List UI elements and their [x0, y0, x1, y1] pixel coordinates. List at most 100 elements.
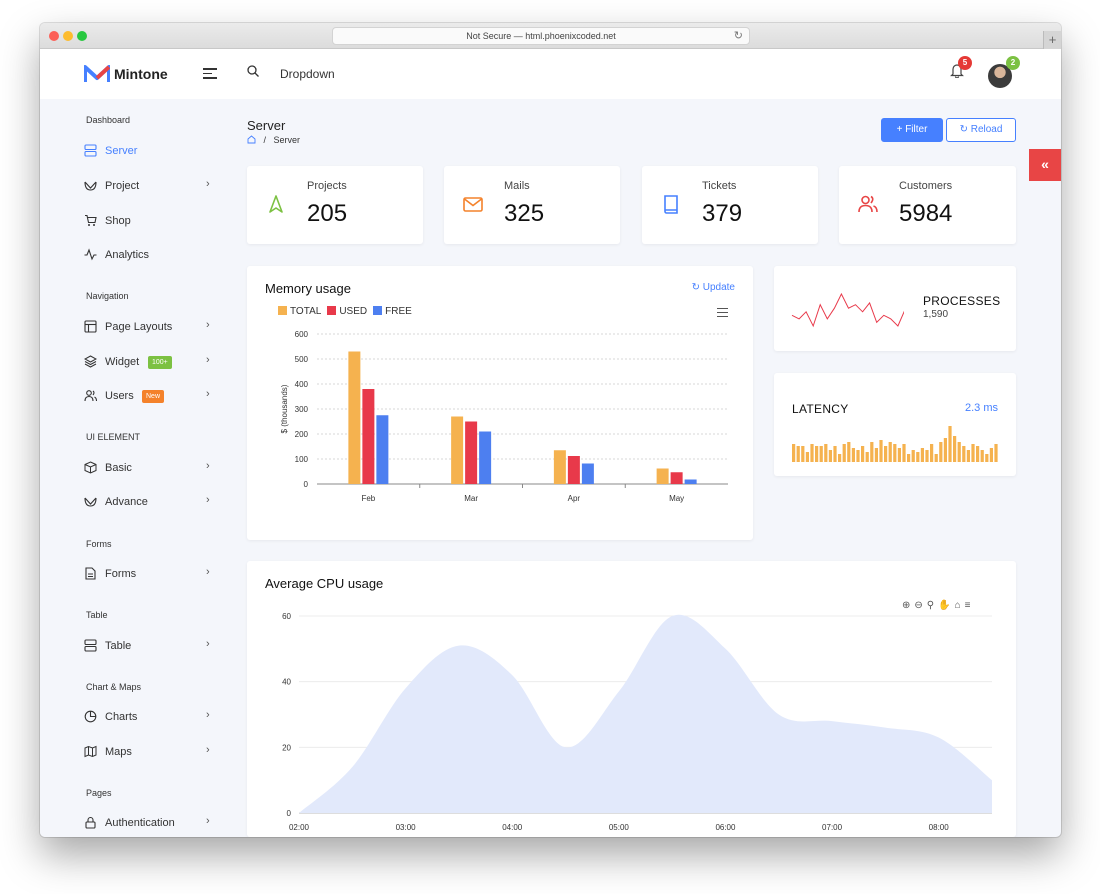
sidebar-item-table[interactable]: Table › [84, 637, 219, 657]
latency-bar [833, 446, 837, 462]
new-tab-button[interactable]: + [1043, 31, 1061, 49]
avatar-badge: 2 [1006, 56, 1020, 70]
y-tick-label: 20 [282, 743, 291, 752]
latency-bar [815, 446, 819, 462]
latency-bar [911, 450, 915, 462]
latency-bar [796, 446, 800, 462]
search-icon[interactable] [247, 65, 259, 77]
chevron-right-icon: › [206, 815, 210, 827]
sidebar-item-label: Advance [105, 496, 148, 508]
y-tick-label: 300 [295, 405, 309, 414]
sidebar-item-label: Maps [105, 746, 132, 758]
filter-button[interactable]: + Filter [881, 118, 943, 142]
close-window-button[interactable] [49, 31, 59, 41]
sidebar-item-maps[interactable]: Maps › [84, 743, 219, 763]
bar-total [553, 450, 566, 484]
latency-bar [953, 436, 957, 462]
maximize-window-button[interactable] [77, 31, 87, 41]
server-icon [84, 144, 97, 157]
map-icon [84, 745, 97, 758]
chevron-right-icon: › [206, 566, 210, 578]
x-tick-label: 03:00 [396, 823, 417, 832]
address-bar[interactable]: Not Secure — html.phoenixcoded.net ↻ [332, 27, 750, 45]
home-icon[interactable] [247, 135, 256, 144]
sidebar-item-label: Page Layouts [105, 321, 173, 333]
chevron-right-icon: › [206, 460, 210, 472]
bar-free [376, 415, 389, 484]
navigation-icon [269, 195, 283, 213]
latency-bar [916, 452, 920, 462]
sidebar-item-advance[interactable]: Advance › [84, 493, 219, 513]
bar-free [479, 431, 492, 484]
latency-bar [865, 452, 869, 462]
sidebar-nav: Dashboard Server Project › Shop Analytic… [40, 99, 228, 837]
latency-bar [957, 442, 961, 462]
latency-bar [989, 448, 994, 462]
memory-usage-card: Memory usage ↻ Update TOTAL USED FREE 01… [247, 266, 753, 540]
bar-total [348, 351, 361, 484]
sidebar-item-label: Users [105, 390, 134, 402]
sidebar-item-label: Forms [105, 568, 137, 580]
latency-bar [994, 444, 998, 462]
latency-bar [893, 444, 897, 462]
url-text: Not Secure — html.phoenixcoded.net [466, 31, 616, 41]
sidebar-item-page-layouts[interactable]: Page Layouts › [84, 318, 219, 338]
bar-total [656, 468, 669, 484]
browser-window: Not Secure — html.phoenixcoded.net ↻ + M… [40, 23, 1061, 837]
chevron-right-icon: › [206, 178, 210, 190]
latency-bar [907, 454, 911, 462]
latency-bar [874, 448, 879, 462]
sidebar-item-users[interactable]: Users New › [84, 387, 219, 407]
cpu-area-chart: 0 20 40 60 02:00 03:00 04:00 05:00 06:00 07:00 08:… [282, 612, 992, 832]
stat-value: 325 [504, 200, 545, 227]
page-title: Server [247, 118, 286, 133]
main-content: Server / Server + Filter ↻ Reload Projec… [228, 99, 1061, 837]
stat-value: 205 [307, 200, 348, 227]
x-tick-label: 06:00 [715, 823, 736, 832]
latency-bar [966, 450, 971, 462]
breadcrumb-separator: / [263, 135, 267, 145]
mail-icon [463, 197, 483, 212]
latency-bar-chart [792, 426, 998, 462]
stat-value: 379 [702, 200, 743, 227]
sidebar-item-label: Analytics [105, 249, 150, 261]
latency-bar [943, 438, 948, 462]
bar-used [362, 389, 375, 484]
breadcrumb: / Server [247, 135, 300, 145]
sidebar-item-shop[interactable]: Shop [84, 212, 219, 232]
sidebar-item-project[interactable]: Project › [84, 177, 219, 197]
sidebar-item-server[interactable]: Server [84, 142, 219, 162]
brand-name[interactable]: Mintone [114, 66, 168, 82]
minimize-window-button[interactable] [63, 31, 73, 41]
sidebar-item-widget[interactable]: Widget 100+ › [84, 353, 219, 373]
stat-card-tickets: Tickets 379 [642, 166, 818, 244]
menu-toggle-icon[interactable] [203, 68, 217, 80]
layers-icon [84, 355, 97, 368]
stat-label: Mails [504, 180, 530, 192]
latency-bar [980, 450, 984, 462]
sidebar-item-authentication[interactable]: Authentication › [84, 814, 219, 834]
activity-icon [84, 248, 97, 261]
sidebar-item-basic[interactable]: Basic › [84, 459, 219, 479]
latency-bar [939, 442, 943, 462]
dropdown-menu-link[interactable]: Dropdown [280, 67, 335, 81]
sidebar-item-analytics[interactable]: Analytics [84, 246, 219, 266]
latency-bar [888, 442, 892, 462]
sidebar-section-title: Pages [86, 788, 112, 798]
latency-bar [824, 444, 828, 462]
sparkline-series [791, 292, 904, 328]
collapse-panel-button[interactable]: « [1029, 149, 1061, 181]
latency-bar [976, 446, 980, 462]
reload-button[interactable]: ↻ Reload [946, 118, 1016, 142]
users-icon [858, 195, 878, 213]
sidebar-item-forms[interactable]: Forms › [84, 565, 219, 585]
y-tick-label: 500 [295, 355, 309, 364]
new-badge: New [142, 390, 165, 403]
processes-title: PROCESSES [923, 294, 1001, 308]
latency-bar [828, 450, 833, 462]
sidebar-item-charts[interactable]: Charts › [84, 708, 219, 728]
chevron-right-icon: › [206, 319, 210, 331]
latency-bar [856, 450, 860, 462]
reload-icon[interactable]: ↻ [734, 28, 743, 45]
y-tick-label: 60 [282, 612, 291, 621]
